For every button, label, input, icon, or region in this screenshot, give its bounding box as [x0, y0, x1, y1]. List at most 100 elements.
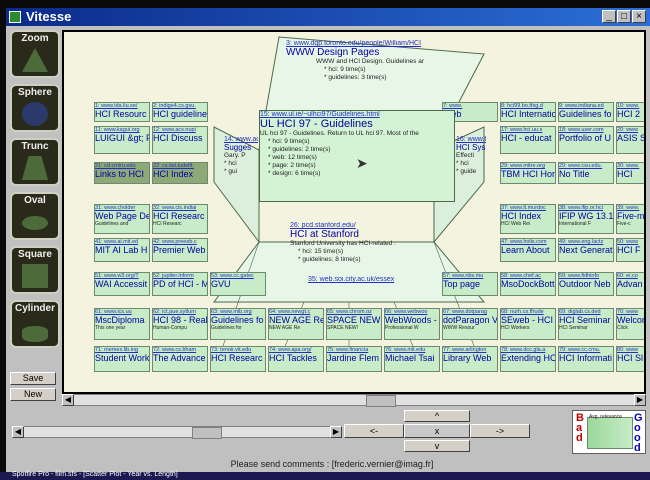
- horizontal-scroll-thumb[interactable]: [366, 395, 396, 407]
- horizontal-scrollbar[interactable]: [62, 394, 646, 406]
- essex-node[interactable]: 35: web.soi.city.ac.uk/essex: [308, 276, 418, 288]
- node-title[interactable]: Guidelines fo: [211, 315, 265, 325]
- node-title[interactable]: UL HCI 97 - Guidelines: [260, 118, 454, 130]
- page-node[interactable]: 9: www.indiana.ed Guidelines fo: [558, 102, 614, 122]
- node-title[interactable]: HCI - educat: [501, 133, 555, 143]
- page-node[interactable]: 78: www.dcc.gla.a Extending HC: [500, 346, 556, 372]
- node-title[interactable]: SPACE NEW!: [327, 315, 381, 325]
- node-title[interactable]: GVU: [211, 279, 265, 289]
- node-title[interactable]: Michael Tsai: [385, 353, 439, 363]
- node-title[interactable]: Outdoor Neb: [559, 279, 613, 289]
- node-title[interactable]: TBM HCI Hor: [501, 169, 555, 179]
- node-url[interactable]: 14: www.ac.: [224, 136, 258, 143]
- node-title[interactable]: HCI Sl: [617, 353, 644, 363]
- page-node[interactable]: 66: www.webwoo WebWoods - Professional W: [384, 308, 440, 340]
- page-node[interactable]: 32: www.cis.indiai HCI Researc HCI Researc: [152, 204, 208, 234]
- node-title[interactable]: HCI Resourc: [95, 109, 149, 119]
- page-node[interactable]: 80: www HCI Sl: [616, 346, 644, 372]
- trunc-tool-button[interactable]: Trunc: [10, 138, 60, 186]
- node-title[interactable]: PD of HCI - M: [153, 279, 207, 289]
- node-title[interactable]: Advan: [617, 279, 644, 289]
- focus-node[interactable]: 15: www.ul.ie/~ulhci97/Guidelines.html U…: [259, 110, 455, 202]
- title-bar[interactable]: Vitesse _ □ ×: [6, 8, 650, 26]
- page-node[interactable]: 61: www.ics.uu MscDiploma This one year: [94, 308, 150, 340]
- stanford-node[interactable]: 26: pcd.stanford.edu/ HCI at Stanford St…: [290, 222, 410, 266]
- top-node[interactable]: 3: www.dgp.toronto.edu/people/William/HC…: [286, 40, 456, 92]
- page-node[interactable]: 73: tenoir.vit.edu HCI Researc: [210, 346, 266, 372]
- node-title[interactable]: HCI guideline: [153, 109, 207, 119]
- page-node[interactable]: 75: www.financia Jardine Flem: [326, 346, 382, 372]
- new-button[interactable]: New: [10, 388, 56, 401]
- page-node[interactable]: 31: www.cholder Web Page De Guidelines and: [94, 204, 150, 234]
- node-title[interactable]: MsoDockBott: [501, 279, 555, 289]
- node-title[interactable]: HCI 98 - Real: [153, 315, 207, 325]
- node-url[interactable]: 26: pcd.stanford.edu/: [290, 222, 410, 229]
- node-title[interactable]: HCI Seminar: [559, 315, 613, 325]
- nav-up-button[interactable]: ^: [404, 410, 470, 422]
- node-url[interactable]: 16: www.bri: [456, 136, 486, 143]
- lower-scrollbar[interactable]: [12, 426, 342, 438]
- close-button[interactable]: ×: [632, 10, 646, 23]
- page-node[interactable]: 63: www.mib.org Guidelines fo Guidelines f…: [210, 308, 266, 340]
- page-node[interactable]: 38: www.ifip.or.hci IFIP WG 13.1 Internati…: [558, 204, 614, 234]
- node-title[interactable]: ASIS S: [617, 133, 644, 143]
- page-node[interactable]: 17: www.hci.uu.s HCI - educat: [500, 126, 556, 154]
- page-node[interactable]: 72: www.cs.bham The Advance: [152, 346, 208, 372]
- side-node-left[interactable]: 14: www.ac. Sugges Gary. P * hci * gui: [224, 136, 258, 180]
- document-lens-view[interactable]: 1: www.ida.liu.se/HCI Resourc 2: indige4.…: [62, 30, 646, 394]
- page-node[interactable]: 22: cs.twi.tudelft. HCI Index: [152, 162, 208, 184]
- node-title[interactable]: HCI Discuss: [153, 133, 207, 143]
- page-node[interactable]: 51: www.w3.org/T WAI Accessit: [94, 272, 150, 296]
- zoom-tool-button[interactable]: Zoom: [10, 30, 60, 78]
- node-url[interactable]: 35: web.soi.city.ac.uk/essex: [308, 276, 418, 283]
- node-title[interactable]: HCI Researc: [153, 211, 207, 221]
- page-node[interactable]: 59: www.fidhinfo Outdoor Neb: [558, 272, 614, 296]
- sphere-tool-button[interactable]: Sphere: [10, 84, 60, 132]
- node-title[interactable]: HCI at Stanford: [290, 229, 410, 240]
- lower-scroll-right-icon[interactable]: ▶: [330, 426, 342, 438]
- node-title[interactable]: Portfolio of U: [559, 133, 613, 143]
- nav-down-button[interactable]: v: [404, 440, 470, 452]
- page-node[interactable]: 2: indige4.cs.gsu. HCI guideline: [152, 102, 208, 122]
- minimize-button[interactable]: _: [602, 10, 616, 23]
- node-title[interactable]: SEweb - HCI: [501, 315, 555, 325]
- cylinder-tool-button[interactable]: Cylinder: [10, 300, 60, 348]
- square-tool-button[interactable]: Square: [10, 246, 60, 294]
- node-title[interactable]: Five-m: [617, 211, 644, 221]
- node-title[interactable]: Top page: [443, 279, 497, 289]
- page-node[interactable]: 10: www. HCI 2: [616, 102, 644, 122]
- page-node[interactable]: 70: wwwWelcomClick: [616, 308, 644, 340]
- node-title[interactable]: NEW AGE Re: [269, 315, 323, 325]
- node-title[interactable]: MscDiploma: [95, 315, 149, 325]
- page-node[interactable]: 49: www.eng.lactz Next Generat: [558, 238, 614, 262]
- node-title[interactable]: HCI F: [617, 245, 644, 255]
- node-title[interactable]: Sugges: [224, 143, 258, 152]
- page-node[interactable]: 69: diglab.cs.ded HCI Seminar HCI Seminar: [558, 308, 614, 340]
- node-title[interactable]: Library Web: [443, 353, 497, 363]
- page-node[interactable]: 58: www.chef.ac MsoDockBott: [500, 272, 556, 296]
- page-node[interactable]: 12: www.acs.nupi HCI Discuss: [152, 126, 208, 154]
- page-node[interactable]: 18: www.user.com Portfolio of U: [558, 126, 614, 154]
- page-node[interactable]: 42: www.preeeb.c Premier Web: [152, 238, 208, 262]
- nav-right-button[interactable]: ->: [470, 424, 530, 438]
- oval-tool-button[interactable]: Oval: [10, 192, 60, 240]
- node-title[interactable]: No Title: [559, 169, 613, 179]
- node-title[interactable]: WebWoods -: [385, 315, 439, 325]
- node-title[interactable]: Web Page De: [95, 211, 149, 221]
- node-title[interactable]: HCI Index: [501, 211, 555, 221]
- page-node[interactable]: 37: www.lt.murdoc HCI Index HCI Web Rei: [500, 204, 556, 234]
- node-title[interactable]: HCI 2: [617, 109, 644, 119]
- node-title[interactable]: IFIP WG 13.1: [559, 211, 613, 221]
- node-url[interactable]: 3: www.dgp.toronto.edu/people/William/HC…: [286, 40, 456, 47]
- page-node[interactable]: 52: jupiter.inform PD of HCI - M: [152, 272, 208, 296]
- taskbar[interactable]: Spotfire Pro - film.sfs - [Scatter Plot …: [0, 471, 650, 480]
- side-node-right[interactable]: 16: www.bri HCI Sys Effecti * hci * guid…: [456, 136, 486, 180]
- node-title[interactable]: Learn About: [501, 245, 555, 255]
- page-node[interactable]: 20: www ASIS S: [616, 126, 644, 154]
- taskbar-item[interactable]: Spotfire Pro - film.sfs - [Scatter Plot …: [12, 471, 178, 478]
- page-node[interactable]: 65: www.chrom.oz SPACE NEW! SPACE NEW!: [326, 308, 382, 340]
- node-title[interactable]: HCI Tackles: [269, 353, 323, 363]
- node-title[interactable]: WWW Design Pages: [286, 47, 456, 58]
- node-title[interactable]: LUIGUI &gt; F: [95, 133, 149, 143]
- page-node[interactable]: 62: ict.pue.sytlum HCI 98 - Real Human-Com…: [152, 308, 208, 340]
